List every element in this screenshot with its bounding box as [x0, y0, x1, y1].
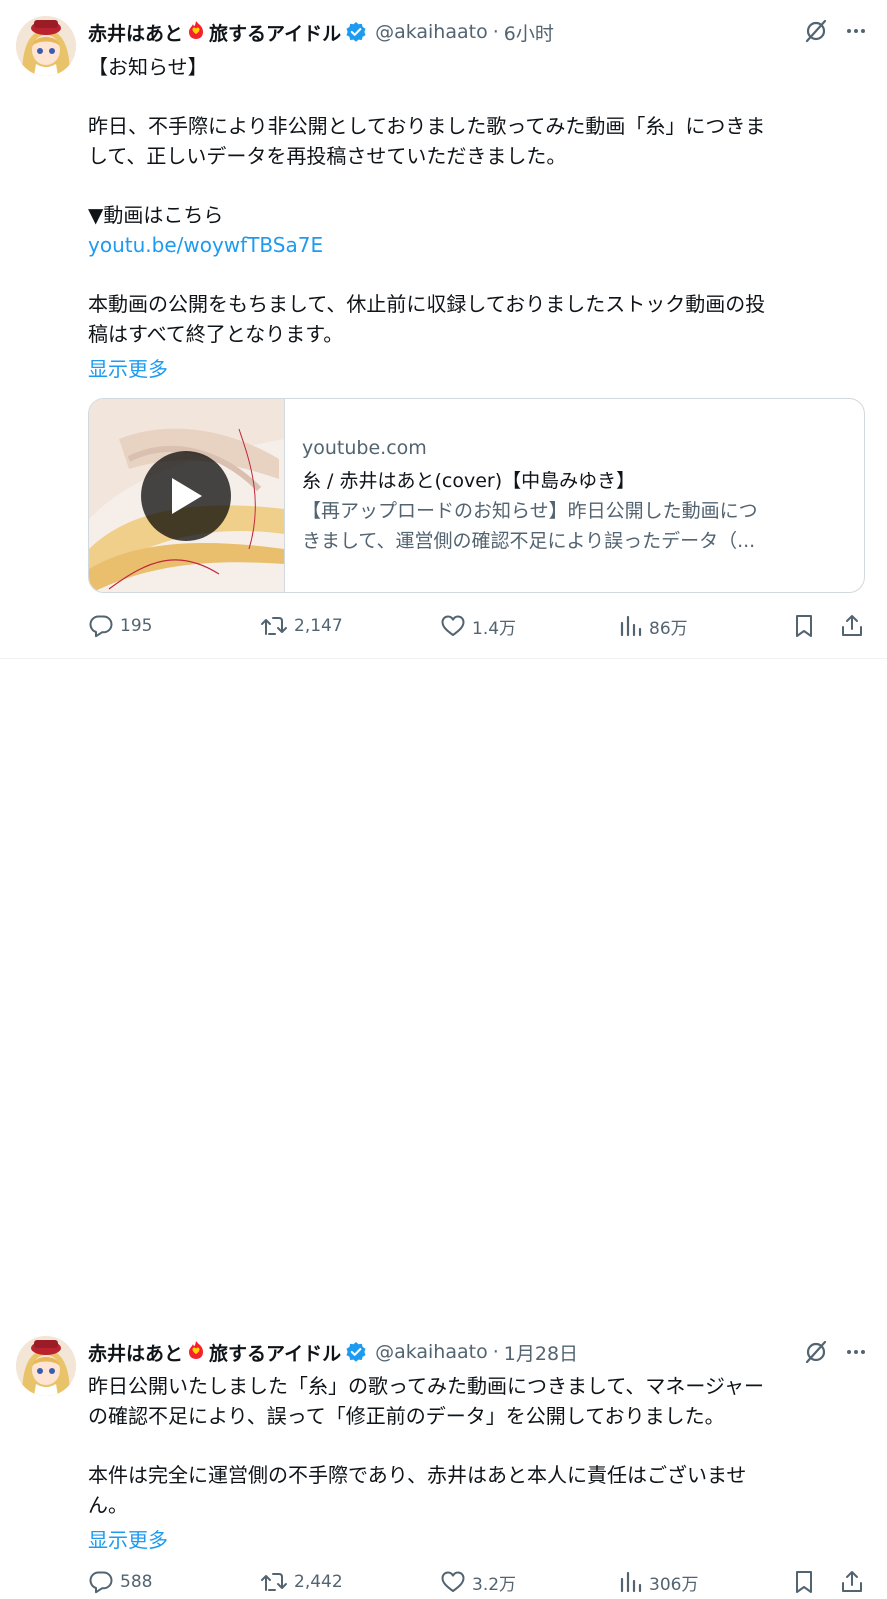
share-icon — [842, 615, 862, 636]
view-count: 86万 — [649, 618, 688, 639]
avatar[interactable] — [16, 1336, 76, 1396]
share-button[interactable] — [840, 613, 870, 639]
retweet-button[interactable]: 2,147 — [260, 613, 343, 639]
grok-icon[interactable] — [803, 18, 829, 44]
user-handle[interactable]: @akaihaato — [375, 1341, 488, 1363]
display-name-suffix[interactable]: 旅するアイドル — [209, 1339, 341, 1366]
bookmark-button[interactable] — [792, 1569, 822, 1595]
fire-heart-icon — [185, 1339, 207, 1366]
card-description: きまして、運営側の確認不足により誤ったデータ（... — [302, 530, 756, 552]
text-line: 本件は完全に運営側の不手際であり、赤井はあと本人に責任はございませ — [88, 1463, 747, 1487]
text-line: 昨日公開いたしました「糸」の歌ってみた動画につきまして、マネージャー — [88, 1374, 764, 1398]
retweet-count: 2,442 — [294, 1572, 343, 1592]
like-button[interactable]: 1.4万 — [440, 613, 516, 639]
tweet-header: 赤井はあと 旅するアイドル @akaihaato · 6小时 — [88, 17, 554, 47]
fire-heart-icon — [185, 19, 207, 46]
text-line: 昨日、不手際により非公開としておりました歌ってみた動画「糸」につきま — [88, 114, 766, 138]
share-icon — [842, 1571, 862, 1592]
timestamp[interactable]: 6小时 — [504, 19, 554, 46]
display-name-suffix[interactable]: 旅するアイドル — [209, 19, 341, 46]
separator-dot: · — [492, 21, 499, 43]
show-more-link[interactable]: 显示更多 — [88, 354, 863, 384]
reply-button[interactable]: 195 — [88, 613, 152, 639]
like-count: 3.2万 — [472, 1574, 517, 1595]
more-icon[interactable] — [845, 20, 867, 42]
share-button[interactable] — [840, 1569, 870, 1595]
reply-icon — [89, 1571, 113, 1594]
reply-count: 195 — [120, 616, 153, 636]
user-handle[interactable]: @akaihaato — [375, 21, 488, 43]
like-count: 1.4万 — [472, 618, 517, 639]
tweet-tools — [803, 1339, 867, 1365]
views-icon — [620, 615, 642, 637]
views-icon — [620, 1571, 642, 1593]
video-link[interactable]: youtu.be/woywfTBSa7E — [88, 230, 863, 260]
like-icon — [441, 1571, 465, 1592]
reply-count: 588 — [120, 1572, 153, 1592]
retweet-button[interactable]: 2,442 — [260, 1569, 343, 1595]
verified-badge-icon — [345, 1341, 367, 1363]
action-bar: 195 2,147 1.4万 86万 — [88, 613, 868, 643]
card-text: youtube.com 糸 / 赤井はあと(cover)【中島みゆき】 【再アッ… — [285, 399, 776, 592]
reply-button[interactable]: 588 — [88, 1569, 152, 1595]
more-icon[interactable] — [845, 1341, 867, 1363]
timestamp[interactable]: 1月28日 — [504, 1339, 578, 1366]
card-title: 糸 / 赤井はあと(cover)【中島みゆき】 — [302, 470, 636, 492]
verified-badge-icon — [345, 21, 367, 43]
video-thumbnail[interactable] — [89, 399, 285, 592]
link-preview-card[interactable]: youtube.com 糸 / 赤井はあと(cover)【中島みゆき】 【再アッ… — [88, 398, 865, 593]
view-count: 306万 — [649, 1574, 699, 1595]
like-icon — [441, 615, 465, 636]
display-name[interactable]: 赤井はあと — [88, 19, 183, 46]
views-button[interactable]: 86万 — [619, 613, 688, 639]
retweet-icon — [261, 1573, 287, 1591]
tweet-header: 赤井はあと 旅するアイドル @akaihaato · 1月28日 — [88, 1337, 578, 1367]
tweet[interactable]: 赤井はあと 旅するアイドル @akaihaato · 6小时 【お知らせ】 昨日… — [0, 0, 887, 659]
views-button[interactable]: 306万 — [619, 1569, 698, 1595]
retweet-count: 2,147 — [294, 616, 343, 636]
show-more-link[interactable]: 显示更多 — [88, 1525, 863, 1555]
text-line: ん。 — [88, 1493, 128, 1517]
separator-dot: · — [492, 1341, 499, 1363]
bookmark-icon — [796, 1571, 812, 1593]
reply-icon — [89, 615, 113, 638]
tweet-tools — [803, 18, 867, 44]
play-icon[interactable] — [141, 451, 231, 541]
card-domain: youtube.com — [302, 437, 427, 459]
text-line: して、正しいデータを再投稿させていただきました。 — [88, 144, 567, 168]
tweet-text: 昨日公開いたしました「糸」の歌ってみた動画につきまして、マネージャー の確認不足… — [88, 1371, 863, 1555]
text-line: ▼動画はこちら — [88, 203, 224, 227]
action-bar: 588 2,442 3.2万 306万 — [88, 1569, 868, 1599]
like-button[interactable]: 3.2万 — [440, 1569, 516, 1595]
grok-icon[interactable] — [803, 1339, 829, 1365]
text-line: 稿はすべて終了となります。 — [88, 322, 344, 346]
text-line: の確認不足により、誤って「修正前のデータ」を公開しておりました。 — [88, 1404, 725, 1428]
text-line: 【お知らせ】 — [88, 55, 208, 79]
retweet-icon — [261, 617, 287, 635]
bookmark-button[interactable] — [792, 613, 822, 639]
tweet[interactable]: 赤井はあと 旅するアイドル @akaihaato · 1月28日 昨日公開いたし… — [0, 659, 887, 1595]
text-line: 本動画の公開をもちまして、休止前に収録しておりましたストック動画の投 — [88, 292, 766, 316]
card-description: 【再アップロードのお知らせ】昨日公開した動画につ — [302, 500, 758, 522]
bookmark-icon — [796, 615, 812, 637]
tweet-text: 【お知らせ】 昨日、不手際により非公開としておりました歌ってみた動画「糸」につき… — [88, 52, 863, 384]
display-name[interactable]: 赤井はあと — [88, 1339, 183, 1366]
avatar[interactable] — [16, 16, 76, 76]
